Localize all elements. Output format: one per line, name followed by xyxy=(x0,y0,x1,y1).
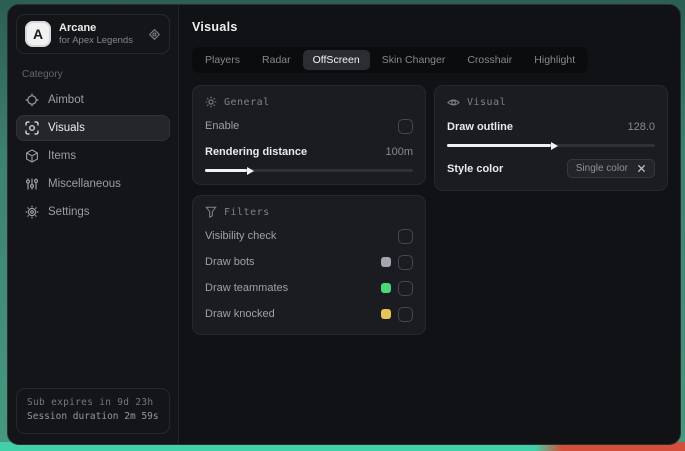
sidebar-item-settings[interactable]: Settings xyxy=(16,199,170,225)
crosshair-icon xyxy=(25,93,39,107)
visuals-tabbar: Players Radar OffScreen Skin Changer Cro… xyxy=(192,47,589,73)
draw-bots-checkbox[interactable] xyxy=(398,254,413,270)
visual-card-title: Visual xyxy=(467,97,507,108)
draw-outline-label: Draw outline xyxy=(447,121,514,133)
tab-crosshair[interactable]: Crosshair xyxy=(457,50,522,70)
filters-card-title: Filters xyxy=(224,206,270,218)
draw-bots-color-swatch[interactable] xyxy=(381,257,391,267)
draw-teammates-color-swatch[interactable] xyxy=(381,283,391,293)
subscription-card: Sub expires in 9d 23h Session duration 2… xyxy=(16,387,170,434)
draw-outline-value: 128.0 xyxy=(627,121,655,133)
filters-card: Filters Visibility check Draw bots Draw … xyxy=(192,195,426,335)
cube-icon xyxy=(25,149,39,163)
draw-bots-label: Draw bots xyxy=(205,256,255,268)
draw-knocked-color-swatch[interactable] xyxy=(381,309,391,319)
sidebar-item-label: Aimbot xyxy=(48,94,84,106)
tab-players[interactable]: Players xyxy=(195,50,250,70)
main-panel: Visuals Players Radar OffScreen Skin Cha… xyxy=(179,5,680,444)
sidebar-item-items[interactable]: Items xyxy=(16,143,170,169)
clear-style-color-icon[interactable] xyxy=(637,164,646,173)
style-color-value: Single color xyxy=(575,163,628,174)
sliders-icon xyxy=(25,177,39,191)
draw-teammates-label: Draw teammates xyxy=(205,282,289,294)
app-window: A Arcane for Apex Legends Category Aimbo… xyxy=(7,4,681,445)
draw-outline-slider-fill[interactable] xyxy=(447,144,551,147)
draw-knocked-checkbox[interactable] xyxy=(398,306,413,322)
app-identity: Arcane for Apex Legends xyxy=(59,22,140,47)
tab-radar[interactable]: Radar xyxy=(252,50,301,70)
status-diamond-icon[interactable] xyxy=(148,28,161,41)
app-name: Arcane xyxy=(59,21,97,34)
visibility-check-checkbox[interactable] xyxy=(398,228,413,244)
rendering-distance-value: 100m xyxy=(385,146,413,158)
tab-skin-changer[interactable]: Skin Changer xyxy=(372,50,456,70)
sidebar-item-label: Miscellaneous xyxy=(48,178,121,190)
style-color-label: Style color xyxy=(447,162,504,175)
gear-icon xyxy=(25,205,39,219)
rendering-distance-label: Rendering distance xyxy=(205,146,308,158)
sidebar: A Arcane for Apex Legends Category Aimbo… xyxy=(8,5,179,444)
sidebar-item-miscellaneous[interactable]: Miscellaneous xyxy=(16,171,170,197)
general-card-title: General xyxy=(224,96,270,108)
enable-label: Enable xyxy=(205,120,240,132)
draw-teammates-checkbox[interactable] xyxy=(398,280,413,296)
enable-checkbox[interactable] xyxy=(398,118,413,134)
sub-expires-text: Sub expires in 9d 23h xyxy=(27,396,154,408)
general-card: General Enable Rendering distance 100m xyxy=(192,85,426,185)
sidebar-item-label: Settings xyxy=(48,206,90,218)
funnel-icon xyxy=(205,206,217,218)
visibility-check-label: Visibility check xyxy=(205,230,277,242)
tab-highlight[interactable]: Highlight xyxy=(524,50,585,70)
session-duration-text: Session duration 2m 59s xyxy=(27,411,159,423)
app-logo: A xyxy=(25,21,51,47)
sidebar-item-label: Visuals xyxy=(48,122,85,134)
sun-gear-icon xyxy=(205,96,217,108)
scan-eye-icon xyxy=(25,121,39,135)
rendering-distance-slider[interactable] xyxy=(205,169,413,172)
page-title: Visuals xyxy=(192,20,238,34)
eye-icon xyxy=(447,96,460,109)
sidebar-item-label: Items xyxy=(48,150,77,162)
app-header-card: A Arcane for Apex Legends xyxy=(16,14,170,54)
draw-outline-slider[interactable] xyxy=(447,144,655,147)
draw-knocked-label: Draw knocked xyxy=(205,308,275,320)
sidebar-item-visuals[interactable]: Visuals xyxy=(16,115,170,141)
category-label: Category xyxy=(22,69,63,80)
visual-card: Visual Draw outline 128.0 Style color Si… xyxy=(434,85,668,191)
app-tagline: for Apex Legends xyxy=(59,34,133,46)
sidebar-item-aimbot[interactable]: Aimbot xyxy=(16,87,170,113)
sidebar-nav: Aimbot Visuals Items Miscellaneous Setti… xyxy=(16,87,170,225)
tab-offscreen[interactable]: OffScreen xyxy=(302,50,370,70)
rendering-distance-slider-fill[interactable] xyxy=(205,169,247,172)
style-color-select[interactable]: Single color xyxy=(566,159,655,178)
